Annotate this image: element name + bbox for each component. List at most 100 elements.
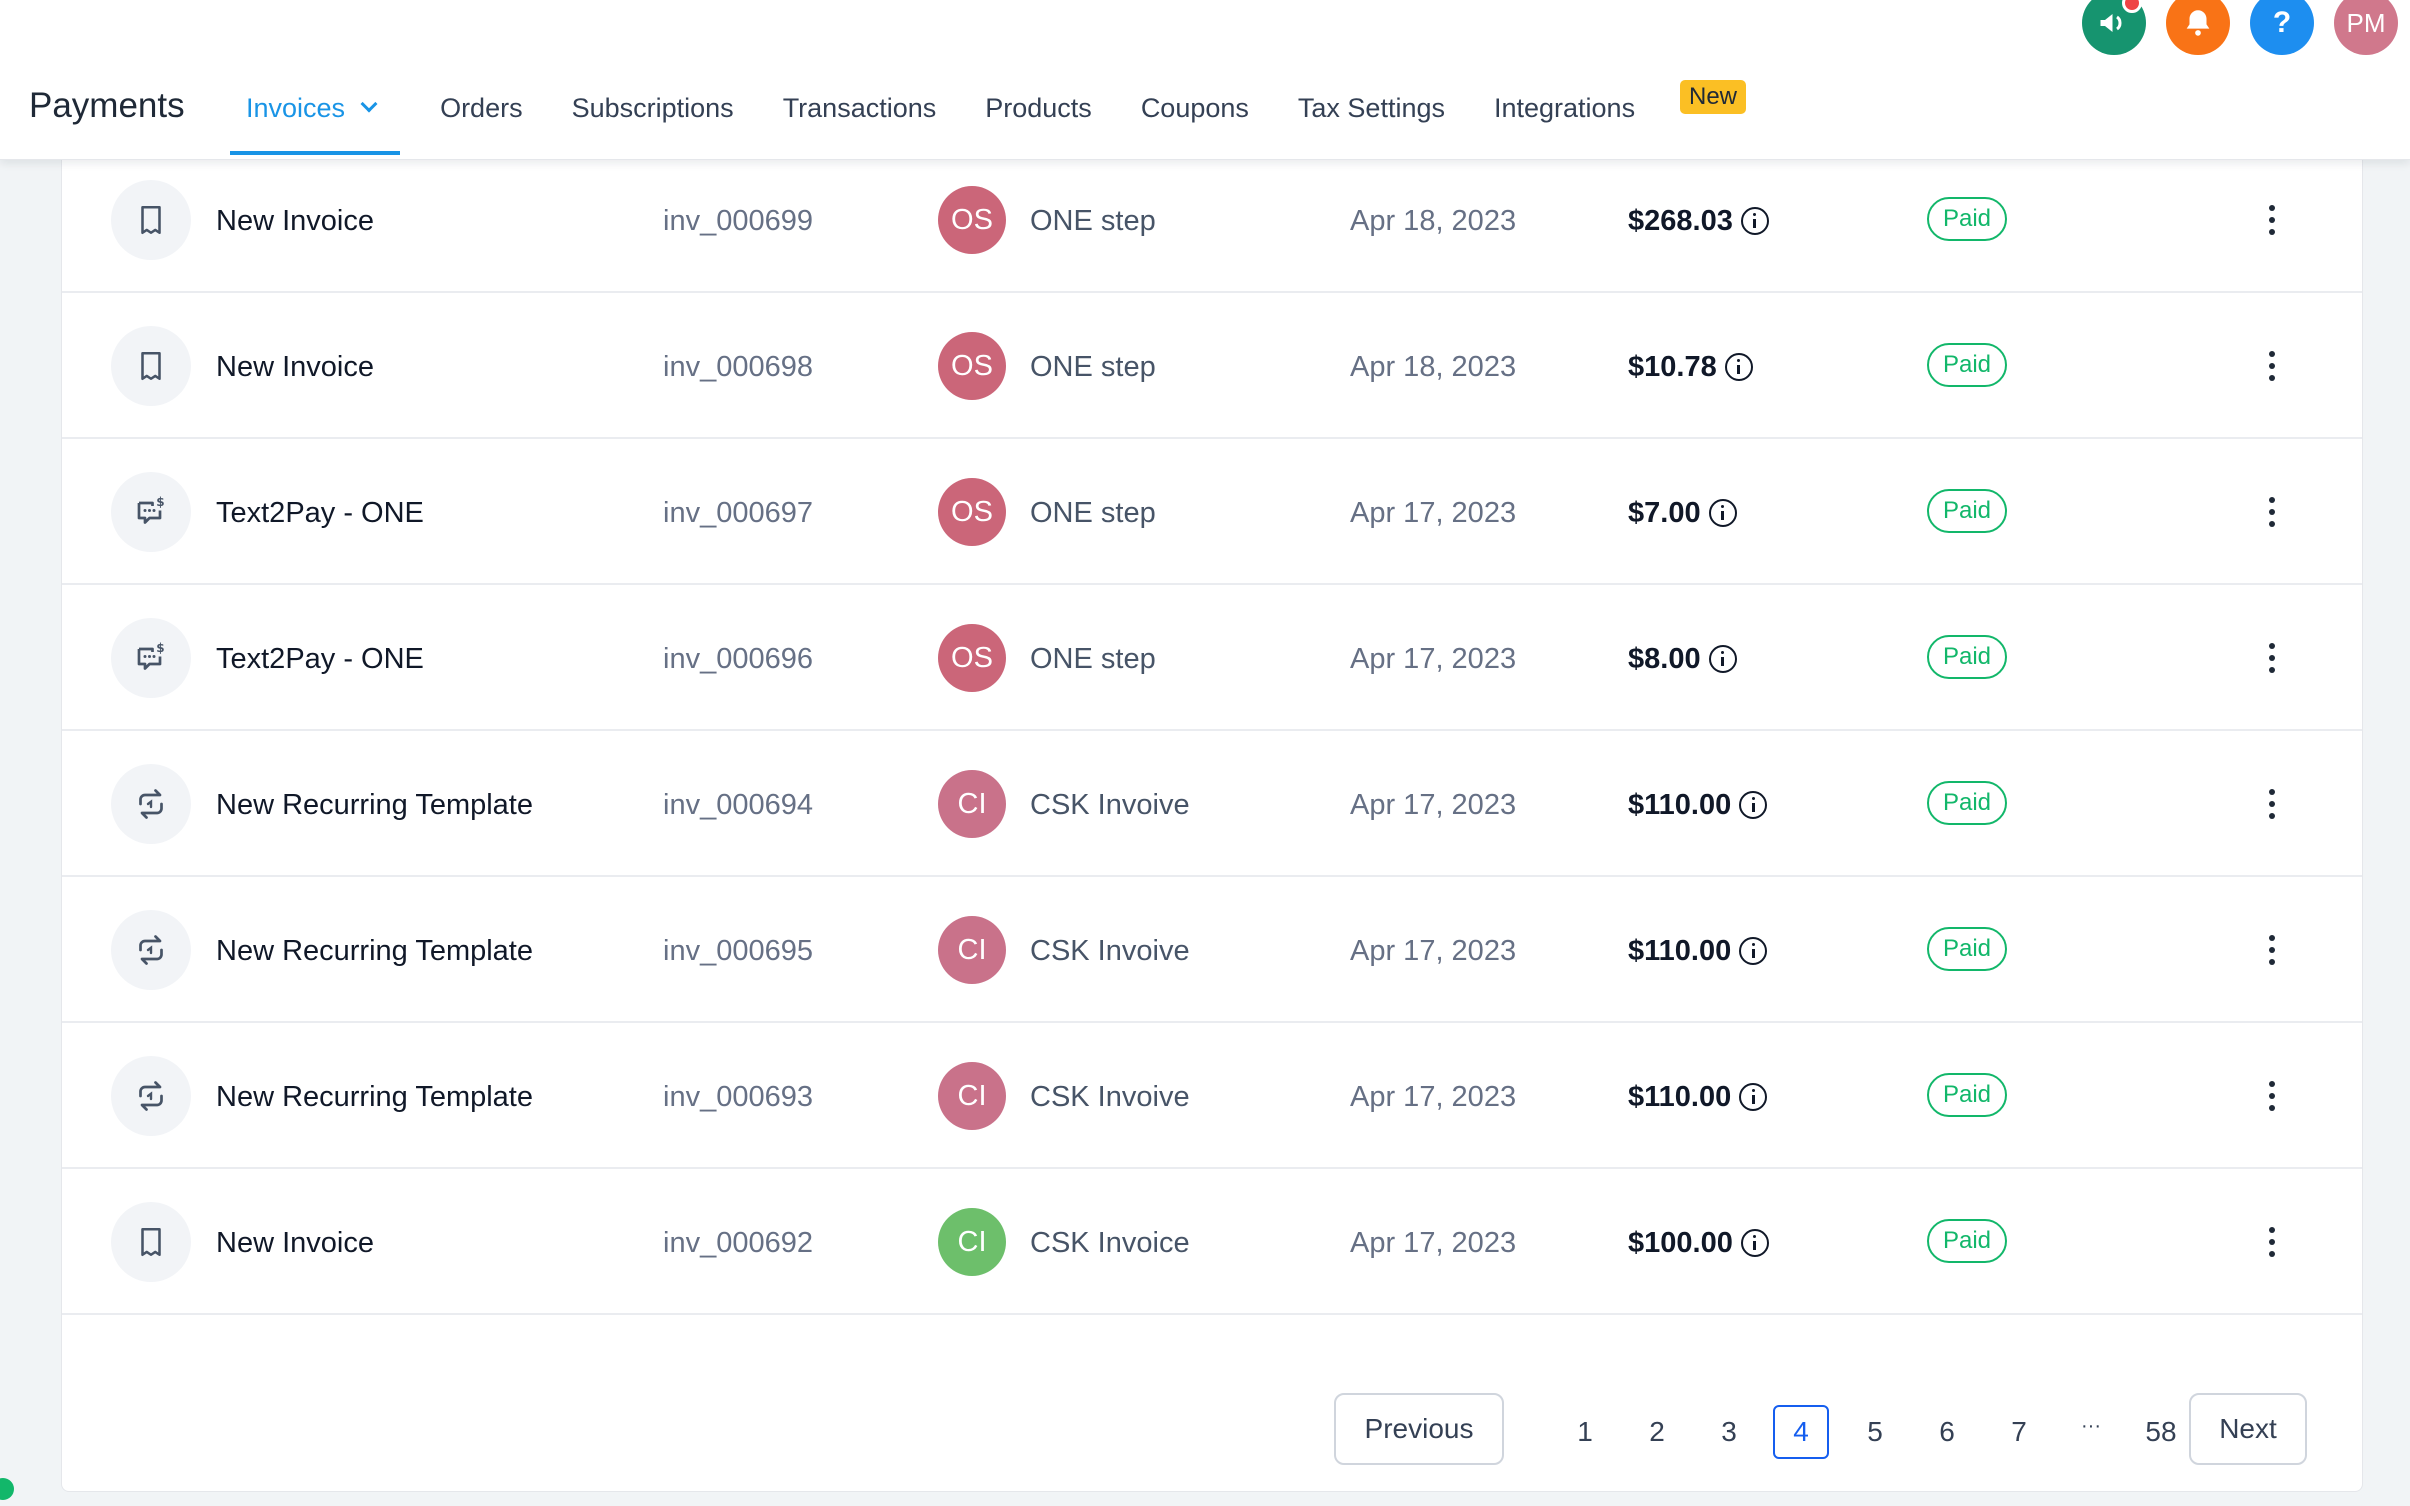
chevron-down-icon [360, 95, 378, 113]
amount: $110.00 [1628, 933, 1768, 969]
invoice-number: inv_000693 [663, 1081, 813, 1113]
table-row[interactable]: New Recurring Template inv_000694 CI CSK… [62, 731, 2362, 877]
customer-name: CSK Invoive [1030, 789, 1190, 821]
page-4[interactable]: 4 [1773, 1405, 1829, 1459]
pagination: Previous 1 2 3 4 5 6 7 ··· 58 Next [62, 1373, 2362, 1491]
more-options-icon[interactable] [2262, 781, 2282, 827]
tab-transactions[interactable]: Transactions [783, 86, 937, 130]
info-icon[interactable] [1740, 207, 1769, 235]
svg-text:$: $ [156, 641, 164, 655]
amount: $10.78 [1628, 349, 1753, 385]
tab-tax-settings[interactable]: Tax Settings [1298, 86, 1445, 130]
page-7[interactable]: 7 [1991, 1405, 2047, 1459]
text2pay-icon: $ [111, 618, 191, 698]
svg-text:$: $ [156, 495, 164, 509]
tab-integrations[interactable]: Integrations [1494, 86, 1635, 130]
receipt-icon [111, 1202, 191, 1282]
avatar[interactable]: PM [2334, 0, 2398, 55]
amount-value: $110.00 [1628, 1081, 1732, 1113]
table-row[interactable]: $ Text2Pay - ONE inv_000696 OS ONE step … [62, 585, 2362, 731]
amount: $8.00 [1628, 641, 1737, 677]
tab-orders[interactable]: Orders [440, 86, 523, 130]
tab-invoices-label: Invoices [246, 93, 346, 123]
customer-name: CSK Invoive [1030, 935, 1190, 967]
customer-name: CSK Invoice [1030, 1227, 1190, 1259]
more-options-icon[interactable] [2262, 1073, 2282, 1119]
amount-value: $8.00 [1628, 643, 1701, 675]
help-icon[interactable]: ? [2250, 0, 2314, 55]
customer-name: CSK Invoive [1030, 1081, 1190, 1113]
more-options-icon[interactable] [2262, 927, 2282, 973]
page-58[interactable]: 58 [2133, 1405, 2189, 1459]
status-badge: Paid [1927, 1073, 2007, 1117]
amount: $110.00 [1628, 787, 1768, 823]
info-icon[interactable] [1740, 1229, 1769, 1257]
table-row[interactable]: New Recurring Template inv_000693 CI CSK… [62, 1023, 2362, 1169]
table-row[interactable]: New Invoice inv_000699 OS ONE step Apr 1… [62, 147, 2362, 293]
page-6[interactable]: 6 [1919, 1405, 1975, 1459]
megaphone-icon[interactable] [2082, 0, 2146, 55]
more-options-icon[interactable] [2262, 1219, 2282, 1265]
more-options-icon[interactable] [2262, 197, 2282, 243]
invoice-name[interactable]: Text2Pay - ONE [216, 641, 424, 677]
issue-date: Apr 18, 2023 [1350, 351, 1517, 383]
info-icon[interactable] [1708, 499, 1737, 527]
table-row[interactable]: New Recurring Template inv_000695 CI CSK… [62, 877, 2362, 1023]
recurring-icon [111, 1056, 191, 1136]
invoice-number: inv_000698 [663, 351, 813, 383]
top-header: Payments Invoices Orders Subscriptions T… [0, 0, 2410, 160]
customer-avatar: CI [938, 770, 1006, 838]
next-button[interactable]: Next [2189, 1393, 2307, 1465]
amount-value: $7.00 [1628, 497, 1701, 529]
more-options-icon[interactable] [2262, 489, 2282, 535]
tab-coupons[interactable]: Coupons [1141, 86, 1249, 130]
status-badge: Paid [1927, 781, 2007, 825]
invoice-table: New Invoice inv_000699 OS ONE step Apr 1… [61, 34, 2363, 1492]
invoice-number: inv_000694 [663, 789, 813, 821]
page-1[interactable]: 1 [1557, 1405, 1613, 1459]
tab-invoices[interactable]: Invoices [230, 86, 391, 130]
invoice-name[interactable]: Text2Pay - ONE [216, 495, 424, 531]
amount-value: $110.00 [1628, 789, 1732, 821]
table-row[interactable]: $ Text2Pay - ONE inv_000697 OS ONE step … [62, 439, 2362, 585]
invoice-number: inv_000697 [663, 497, 813, 529]
table-row[interactable]: New Invoice inv_000698 OS ONE step Apr 1… [62, 293, 2362, 439]
active-tab-indicator [230, 151, 400, 155]
customer-name: ONE step [1030, 205, 1156, 237]
amount: $268.03 [1628, 203, 1769, 239]
more-options-icon[interactable] [2262, 635, 2282, 681]
page-2[interactable]: 2 [1629, 1405, 1685, 1459]
receipt-icon [111, 326, 191, 406]
table-row[interactable]: New Invoice inv_000692 CI CSK Invoice Ap… [62, 1169, 2362, 1315]
recurring-icon [111, 764, 191, 844]
amount: $100.00 [1628, 1225, 1769, 1261]
status-badge: Paid [1927, 635, 2007, 679]
bell-icon[interactable] [2166, 0, 2230, 55]
invoice-name[interactable]: New Recurring Template [216, 787, 533, 823]
invoice-name[interactable]: New Invoice [216, 203, 374, 239]
floating-widget[interactable] [0, 1478, 14, 1500]
invoice-name[interactable]: New Invoice [216, 1225, 374, 1261]
invoice-name[interactable]: New Recurring Template [216, 933, 533, 969]
customer-avatar: OS [938, 478, 1006, 546]
recurring-icon [111, 910, 191, 990]
tab-products[interactable]: Products [985, 86, 1092, 130]
page-5[interactable]: 5 [1847, 1405, 1903, 1459]
page-3[interactable]: 3 [1701, 1405, 1757, 1459]
more-options-icon[interactable] [2262, 343, 2282, 389]
invoice-number: inv_000699 [663, 205, 813, 237]
invoice-number: inv_000692 [663, 1227, 813, 1259]
info-icon[interactable] [1708, 645, 1737, 673]
previous-button[interactable]: Previous [1334, 1393, 1504, 1465]
customer-avatar: OS [938, 186, 1006, 254]
invoice-name[interactable]: New Recurring Template [216, 1079, 533, 1115]
info-icon[interactable] [1739, 937, 1768, 965]
invoice-name[interactable]: New Invoice [216, 349, 374, 385]
customer-avatar: OS [938, 332, 1006, 400]
info-icon[interactable] [1724, 353, 1753, 381]
customer-avatar: CI [938, 1062, 1006, 1130]
info-icon[interactable] [1739, 1083, 1768, 1111]
customer-avatar: OS [938, 624, 1006, 692]
info-icon[interactable] [1739, 791, 1768, 819]
tab-subscriptions[interactable]: Subscriptions [572, 86, 734, 130]
